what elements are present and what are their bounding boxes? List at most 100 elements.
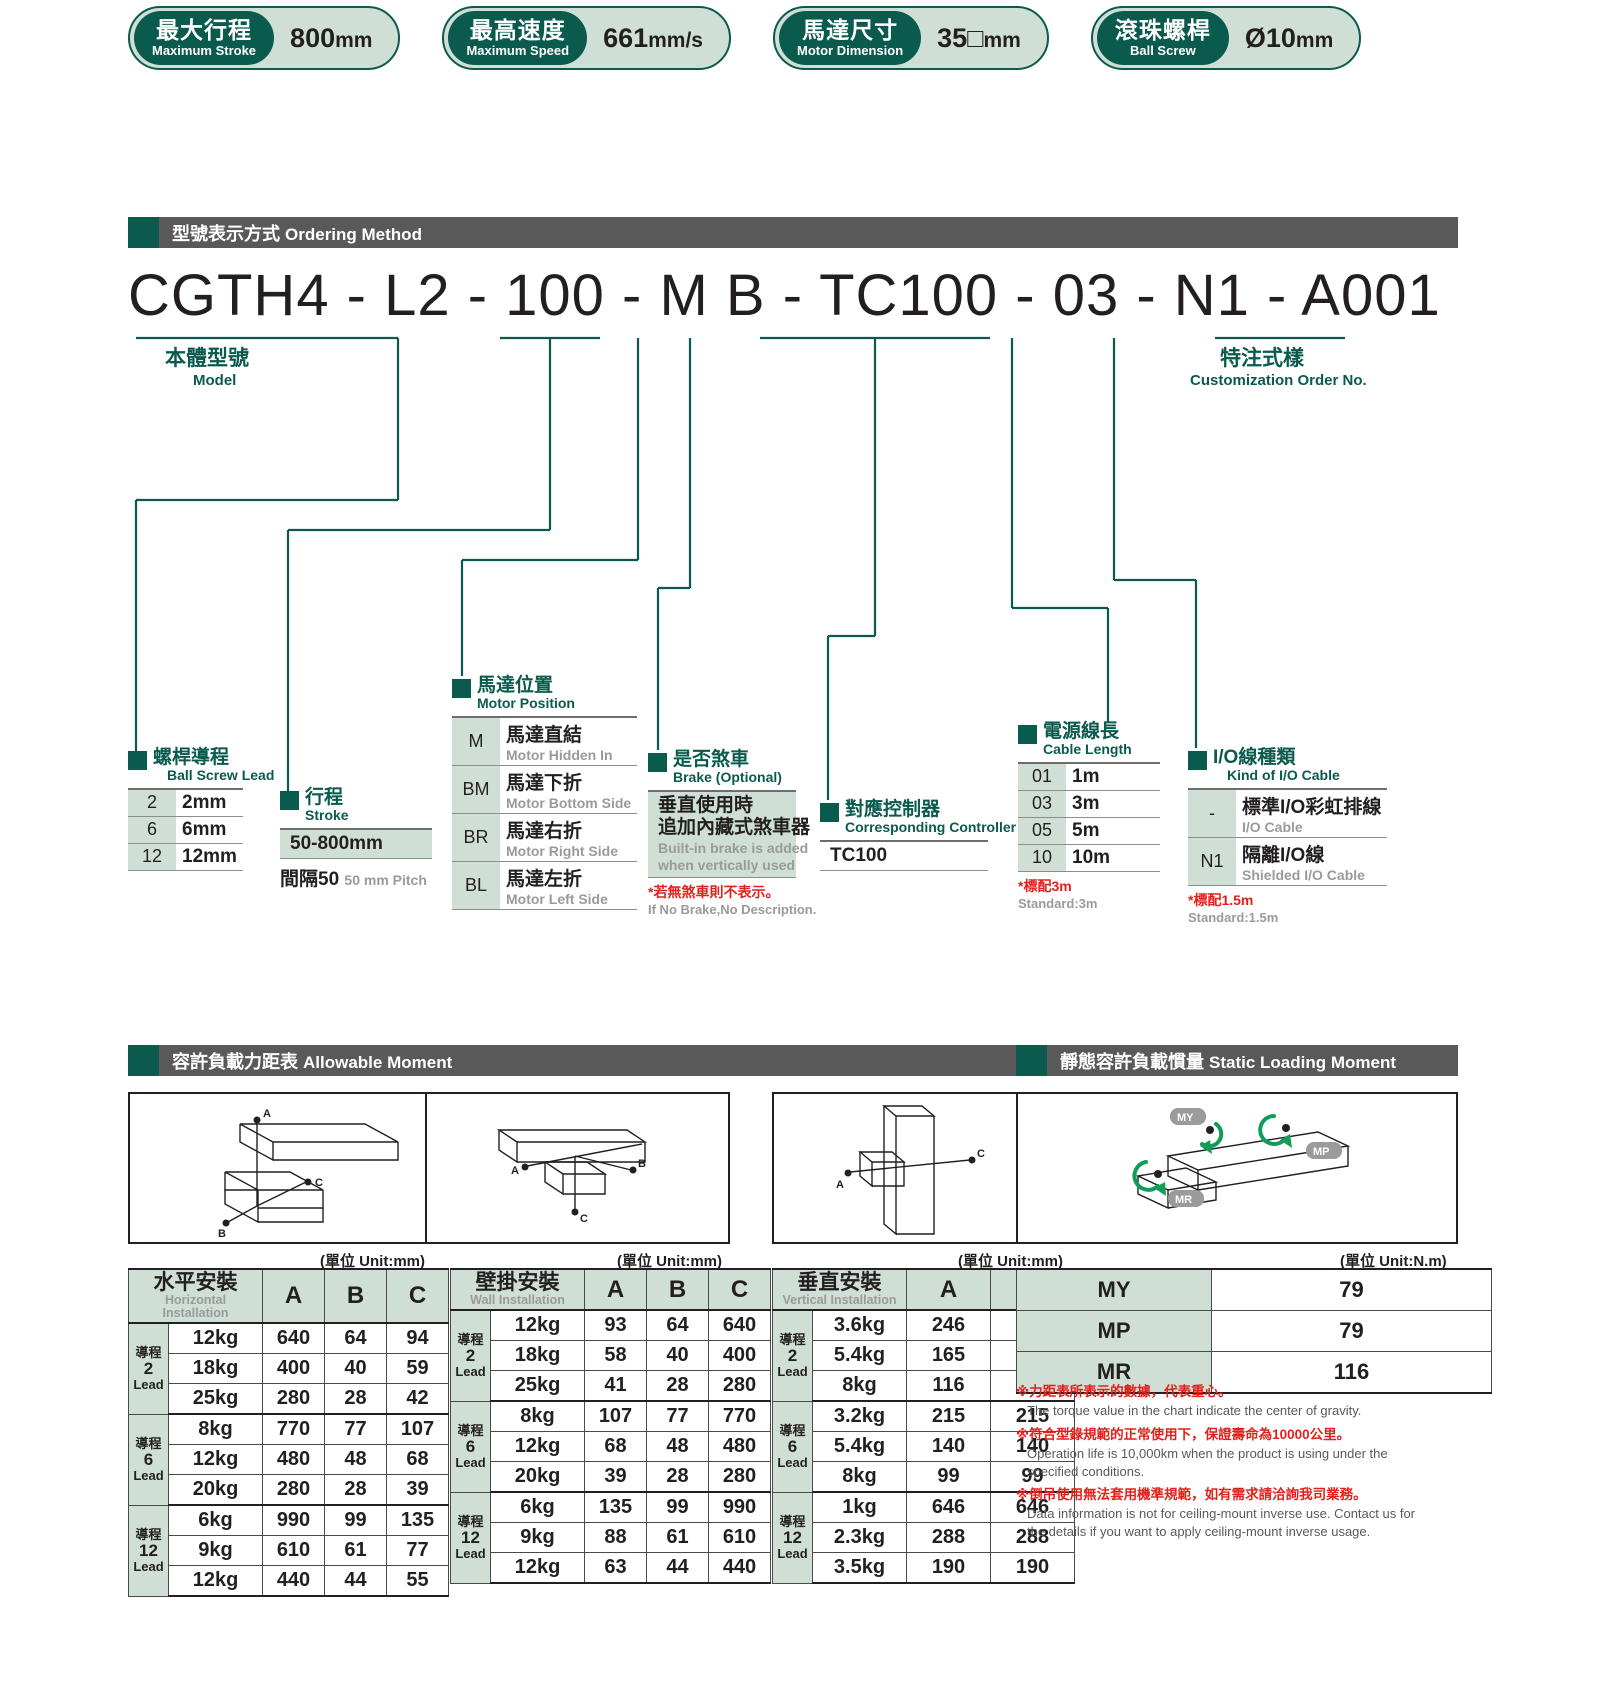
option-value-en: Motor Hidden In (506, 746, 613, 763)
bullet-square-icon (128, 751, 147, 770)
table-row[interactable]: M 馬達直結 Motor Hidden In (452, 715, 638, 766)
diagram-static-loading-moment: MP MR MY (1016, 1092, 1458, 1244)
lead-number: 6 (465, 1436, 476, 1456)
table-row[interactable]: 2 2mm (128, 787, 243, 817)
controller-value-box: TC100 (820, 839, 988, 871)
value-b: 28 (646, 1370, 709, 1403)
table-row[interactable]: 12 12mm (128, 842, 243, 871)
table-row[interactable]: 01 1m (1018, 761, 1160, 791)
lead-label-en: Lead (133, 1376, 164, 1392)
section-title-en: Ordering Method (285, 224, 422, 244)
option-value-en: Motor Left Side (506, 890, 608, 907)
svg-text:MY: MY (1177, 1112, 1194, 1124)
lead-number: 2 (143, 1359, 154, 1379)
value-a: 610 (262, 1535, 325, 1567)
group-title: 螺桿導程 Ball Screw Lead (128, 748, 274, 783)
spec-badge-max-speed: 最高速度 Maximum Speed 661mm/s (442, 6, 731, 70)
value-a: 88 (584, 1522, 647, 1554)
note-cn-1: ※力距表所表示的數據，代表重心。 (1016, 1384, 1232, 1399)
column-header-b: B (646, 1268, 709, 1311)
table-title-cn: 垂直安裝 (797, 1271, 882, 1294)
moment-key: MP (1016, 1310, 1212, 1352)
group-title-en: Kind of I/O Cable (1227, 766, 1340, 783)
ordering-group-io-cable: I/O線種類 Kind of I/O Cable - 標準I/O彩虹排線 I/O… (1188, 748, 1388, 925)
value-a: 165 (906, 1340, 991, 1372)
value-c: 42 (386, 1383, 449, 1416)
spec-label-en: Ball Screw (1129, 43, 1196, 58)
wall-axis-diagram-icon: A B C (496, 1129, 648, 1225)
lead-label-cn: 導程 (135, 1345, 162, 1361)
static-loading-table: MY 79 MP 79 MR 116 (1016, 1268, 1492, 1394)
lead-group-label: 導程 2 Lead (772, 1309, 813, 1402)
ordering-group-brake: 是否煞車 Brake (Optional) 垂直使用時 追加內藏式煞車器 Bui… (648, 750, 816, 917)
table-title-cn: 水平安裝 (153, 1271, 238, 1294)
value-c: 770 (708, 1400, 771, 1433)
option-code: BM (452, 764, 500, 814)
bullet-square-icon (1018, 725, 1037, 744)
value-b: 44 (324, 1565, 387, 1598)
value-b: 48 (646, 1431, 709, 1463)
table-row[interactable]: 03 3m (1018, 789, 1160, 818)
cable-length-table: 01 1m 03 3m 05 5m 10 10m (1018, 761, 1160, 872)
lead-group-label: 導程 2 Lead (450, 1309, 491, 1402)
weight-cell: 12kg (490, 1309, 585, 1342)
stroke-pitch-cn: 間隔50 (280, 868, 340, 890)
table-title: 壁掛安裝 Wall Installation (450, 1268, 585, 1311)
value-b: 61 (646, 1522, 709, 1554)
group-title: 是否煞車 Brake (Optional) (648, 750, 816, 785)
brake-description-box: 垂直使用時 追加內藏式煞車器 Built-in brake is added w… (648, 789, 810, 878)
value-a: 770 (262, 1413, 325, 1446)
table-row[interactable]: BR 馬達右折 Motor Right Side (452, 812, 638, 862)
ordering-label-customization: 特注式樣 Customization Order No. (1190, 342, 1367, 389)
value-a: 990 (262, 1504, 325, 1537)
table-row[interactable]: BM 馬達下折 Motor Bottom Side (452, 764, 638, 814)
value-c: 68 (386, 1444, 449, 1476)
value-a: 116 (906, 1370, 991, 1403)
option-value: 12mm (176, 842, 243, 871)
table-row[interactable]: BL 馬達左折 Motor Left Side (452, 860, 638, 911)
table-row[interactable]: 6 6mm (128, 815, 243, 844)
weight-cell: 25kg (490, 1370, 585, 1403)
weight-cell: 2.3kg (812, 1522, 907, 1554)
spec-label-en: Maximum Stroke (152, 43, 257, 58)
table-row: 導程 6 Lead 8kg 770 77 107 (128, 1413, 449, 1506)
column-header-a: A (906, 1268, 991, 1311)
option-value: 隔離I/O線 Shielded I/O Cable (1236, 836, 1388, 886)
value-c: 107 (386, 1413, 449, 1446)
spec-label-en: Maximum Speed (466, 43, 570, 58)
value-a: 280 (262, 1474, 325, 1507)
option-code: 01 (1018, 761, 1066, 791)
table-row[interactable]: N1 隔離I/O線 Shielded I/O Cable (1188, 836, 1388, 886)
ordering-group-cable-length: 電源線長 Cable Length 01 1m 03 3m 05 5m 10 1… (1018, 722, 1160, 911)
value-b: 28 (324, 1383, 387, 1416)
value-c: 640 (708, 1309, 771, 1342)
section-title-en: Allowable Moment (303, 1052, 453, 1072)
weight-cell: 25kg (168, 1383, 263, 1416)
value-b: 64 (646, 1309, 709, 1342)
stroke-range-box: 50-800mm (280, 827, 432, 859)
table-row[interactable]: - 標準I/O彩虹排線 I/O Cable (1188, 787, 1388, 838)
table-row[interactable]: 10 10m (1018, 843, 1160, 872)
table-row[interactable]: 05 5m (1018, 816, 1160, 845)
table-title-en: Wall Installation (470, 1293, 565, 1308)
spec-value-unit: mm (1295, 28, 1334, 52)
group-title-cn: 馬達位置 (477, 675, 554, 696)
spec-value-unit: mm (335, 28, 373, 52)
section-marker-icon (128, 217, 159, 248)
weight-cell: 8kg (812, 1461, 907, 1494)
spec-value: 661mm/s (603, 23, 703, 54)
bullet-square-icon (452, 679, 471, 698)
static-loading-section-header: 靜態容許負載慣量 Static Loading Moment (1016, 1045, 1458, 1076)
value-b: 77 (324, 1413, 387, 1446)
weight-cell: 6kg (490, 1491, 585, 1524)
spec-label-en: Motor Dimension (796, 43, 904, 58)
value-a: 107 (584, 1400, 647, 1433)
table-row: 3.5kg 190 190 (773, 1552, 1075, 1585)
group-title: 電源線長 Cable Length (1018, 722, 1160, 757)
weight-cell: 20kg (490, 1461, 585, 1494)
option-code: 03 (1018, 789, 1066, 818)
value-a: 190 (906, 1552, 991, 1585)
note-en-3: Data information is not for ceiling-moun… (1027, 1506, 1416, 1539)
svg-text:C: C (977, 1148, 985, 1160)
io-cable-note-en: Standard:1.5m (1188, 909, 1279, 925)
